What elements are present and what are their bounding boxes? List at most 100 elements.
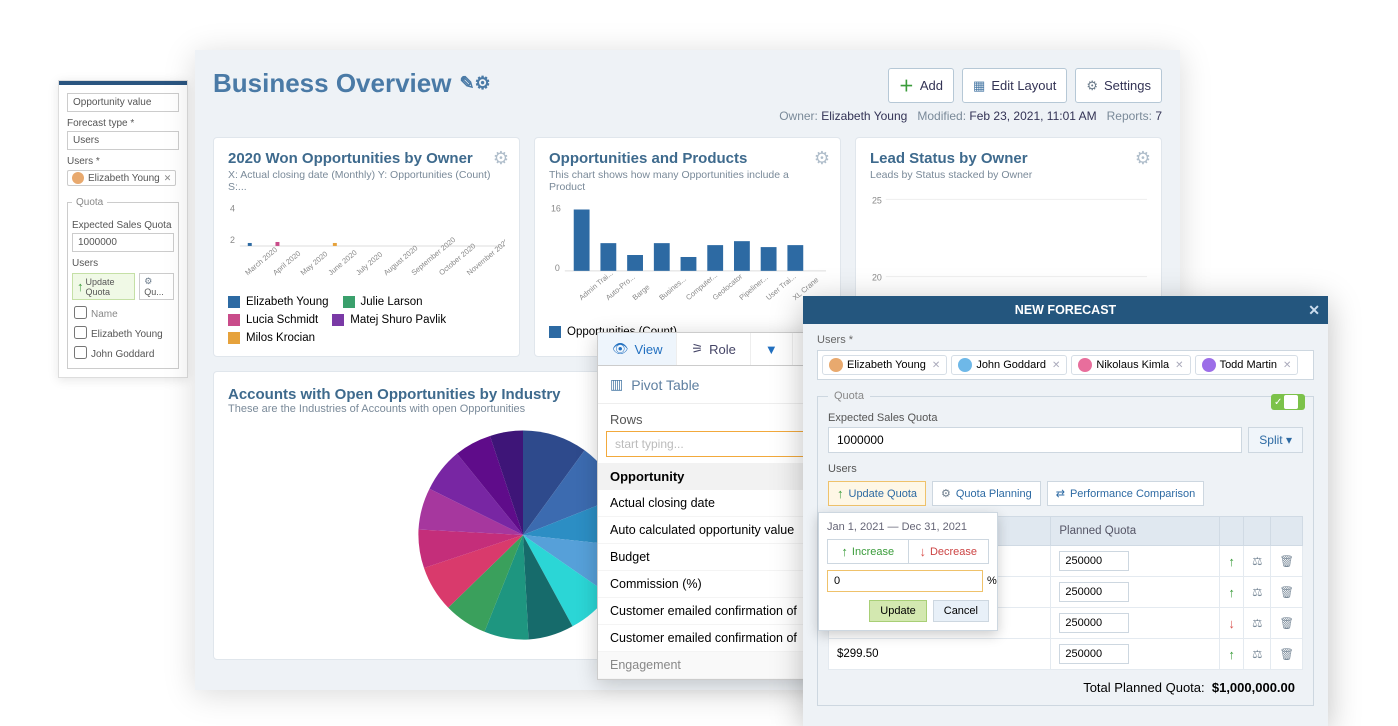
update-quota-button[interactable]: ↑Update Quota	[72, 273, 135, 300]
plus-icon: ＋	[899, 75, 914, 96]
svg-text:25: 25	[872, 195, 882, 205]
edit-layout-button[interactable]: ▦Edit Layout	[962, 68, 1067, 103]
percent-input[interactable]	[827, 570, 983, 592]
user-chip[interactable]: Todd Martin✕	[1195, 355, 1299, 375]
update-quota-button[interactable]: ↑Update Quota	[828, 481, 926, 506]
close-icon[interactable]: ✕	[1308, 302, 1320, 319]
users-chips[interactable]: Elizabeth Young✕ John Goddard✕ Nikolaus …	[817, 350, 1314, 380]
user-chip[interactable]: John Goddard✕	[951, 355, 1067, 375]
forecast-type-select[interactable]: Users	[67, 131, 179, 150]
chart-card-opp-products: ⚙ Opportunities and Products This chart …	[534, 137, 841, 357]
performance-comparison-button[interactable]: ⇄Performance Comparison	[1047, 481, 1205, 506]
tab-view[interactable]: 👁View	[598, 333, 677, 365]
card-gear-icon[interactable]: ⚙	[1135, 148, 1151, 169]
chip-remove-icon[interactable]: ✕	[1052, 360, 1060, 371]
users-label: Users	[828, 463, 1303, 475]
card-gear-icon[interactable]: ⚙	[814, 148, 830, 169]
svg-text:Barge: Barge	[631, 282, 652, 302]
svg-text:Busines...: Busines...	[657, 274, 688, 302]
pivot-option[interactable]: Budget	[598, 544, 826, 571]
balance-icon[interactable]: ⚖	[1244, 639, 1271, 670]
quota-planning-button[interactable]: ⚙Quota Planning	[932, 481, 1041, 506]
bar-chart-2: 16 0 Admin Trai... Auto-Pro...	[549, 201, 826, 311]
planned-quota-input[interactable]	[1059, 582, 1129, 602]
table-row: John Goddard	[72, 344, 174, 364]
table-row: $299.50↑⚖🗑	[829, 639, 1303, 670]
pivot-option[interactable]: Commission (%)	[598, 571, 826, 598]
dashboard-meta: Owner: Elizabeth Young Modified: Feb 23,…	[213, 109, 1162, 123]
decrease-button[interactable]: ↓Decrease	[908, 539, 990, 564]
hierarchy-icon: ⚞	[691, 341, 703, 357]
name-column-header: Name	[89, 304, 174, 324]
select-all-checkbox[interactable]	[74, 306, 87, 319]
rows-label: Rows	[598, 404, 826, 431]
expected-sales-quota-label: Expected Sales Quota	[72, 220, 174, 231]
cancel-button[interactable]: Cancel	[933, 600, 989, 622]
add-button[interactable]: ＋Add	[888, 68, 954, 103]
expected-sales-quota-label: Expected Sales Quota	[828, 412, 1303, 424]
users-table: Name Elizabeth Young John Goddard	[72, 304, 174, 364]
split-button[interactable]: Split ▾	[1248, 427, 1303, 453]
table-row: Elizabeth Young	[72, 324, 174, 344]
pivot-option[interactable]: Engagement	[598, 652, 826, 679]
chip-remove-icon[interactable]: ✕	[164, 173, 172, 184]
user-chip[interactable]: Elizabeth Young✕	[822, 355, 947, 375]
planned-quota-input[interactable]	[1059, 644, 1129, 664]
increase-button[interactable]: ↑Increase	[827, 539, 908, 564]
planned-quota-input[interactable]	[1059, 551, 1129, 571]
eye-icon: 👁	[612, 341, 629, 357]
user-chip[interactable]: Elizabeth Young✕	[67, 170, 176, 186]
arrow-up-icon: ↑	[841, 544, 848, 559]
quota-toggle[interactable]: ✓	[1271, 394, 1305, 410]
bar-chart-1: 4 2 March 2020 April 2020 May 2020 June …	[228, 201, 505, 281]
update-button[interactable]: Update	[869, 600, 926, 622]
modal-titlebar: NEW FORECAST ✕	[803, 296, 1328, 324]
balance-icon[interactable]: ⚖	[1244, 608, 1271, 639]
date-range: Jan 1, 2021 — Dec 31, 2021	[827, 521, 989, 533]
arrow-up-icon: ↑	[1228, 554, 1235, 569]
quota-adjust-popover: Jan 1, 2021 — Dec 31, 2021 ↑Increase ↓De…	[818, 512, 998, 631]
chip-remove-icon[interactable]: ✕	[1175, 360, 1183, 371]
card-gear-icon[interactable]: ⚙	[493, 148, 509, 169]
arrow-down-icon: ↓	[1228, 616, 1235, 631]
trash-icon[interactable]: 🗑	[1271, 639, 1303, 670]
col-planned-quota[interactable]: Planned Quota	[1051, 517, 1220, 546]
pivot-table-panel: 👁View ⚞Role ▼ ▥Pivot Table Rows start ty…	[597, 332, 827, 680]
arrow-up-icon: ↑	[77, 279, 84, 294]
total-row: Total Planned Quota: $1,000,000.00	[828, 670, 1303, 699]
bar-chart-3: 25 20	[870, 189, 1147, 289]
trash-icon[interactable]: 🗑	[1271, 608, 1303, 639]
balance-icon[interactable]: ⚖	[1244, 577, 1271, 608]
settings-button[interactable]: ⚙Settings	[1075, 68, 1162, 103]
user-chip[interactable]: Nikolaus Kimla✕	[1071, 355, 1190, 375]
pivot-option[interactable]: Auto calculated opportunity value	[598, 517, 826, 544]
pencil-settings-icon[interactable]: ✎⚙	[459, 73, 490, 94]
planned-quota-input[interactable]	[1059, 613, 1129, 633]
pivot-option[interactable]: Actual closing date	[598, 490, 826, 517]
chip-remove-icon[interactable]: ✕	[1283, 360, 1291, 371]
chip-remove-icon[interactable]: ✕	[932, 360, 940, 371]
chart-legend: Elizabeth Young Julie Larson Lucia Schmi…	[228, 296, 505, 344]
expected-sales-quota-input[interactable]	[828, 427, 1242, 453]
tab-filter[interactable]: ▼	[751, 333, 793, 365]
users-label: Users *	[67, 156, 179, 167]
row-checkbox[interactable]	[74, 346, 87, 359]
chart-card-won-opportunities: ⚙ 2020 Won Opportunities by Owner X: Act…	[213, 137, 520, 357]
trash-icon[interactable]: 🗑	[1271, 546, 1303, 577]
quota-options-button[interactable]: ⚙ Qu...	[139, 273, 174, 300]
trash-icon[interactable]: 🗑	[1271, 577, 1303, 608]
option-group-header: Opportunity	[598, 463, 826, 490]
pivot-search-input[interactable]: start typing...	[606, 431, 818, 457]
tab-role[interactable]: ⚞Role	[677, 333, 750, 365]
chart-icon: ⇄	[1056, 487, 1065, 500]
arrow-up-icon: ↑	[1228, 585, 1235, 600]
row-checkbox[interactable]	[74, 326, 87, 339]
balance-icon[interactable]: ⚖	[1244, 546, 1271, 577]
expected-sales-quota-input[interactable]: 1000000	[72, 233, 174, 252]
forecast-field-select[interactable]: Opportunity value	[67, 93, 179, 112]
arrow-up-icon: ↑	[837, 486, 844, 501]
pivot-option[interactable]: Customer emailed confirmation of	[598, 598, 826, 625]
gear-icon: ⚙	[941, 487, 951, 500]
new-forecast-modal: NEW FORECAST ✕ Users * Elizabeth Young✕ …	[803, 296, 1328, 726]
pivot-option[interactable]: Customer emailed confirmation of	[598, 625, 826, 652]
